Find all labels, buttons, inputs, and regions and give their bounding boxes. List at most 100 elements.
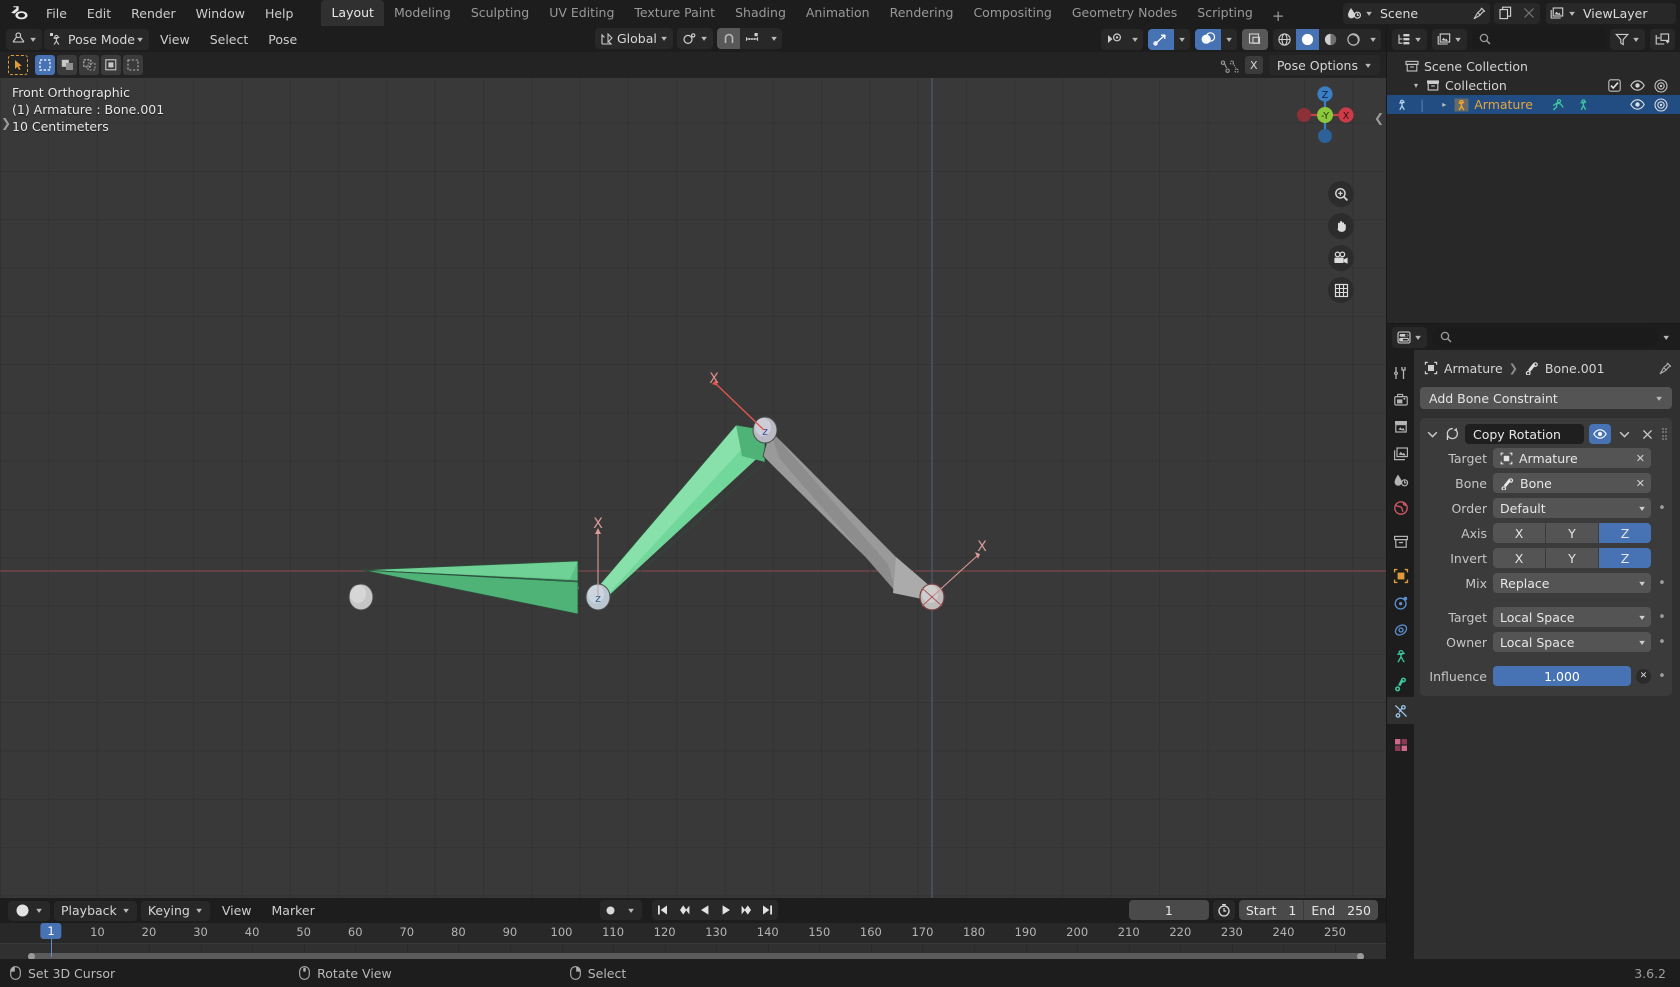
timeline-menu-view[interactable]: View xyxy=(214,900,260,921)
animate-dot[interactable]: • xyxy=(1657,635,1667,650)
constraint-enable-toggle[interactable] xyxy=(1588,424,1611,444)
editor-type-selector[interactable]: ▾ xyxy=(6,28,43,50)
view-layer-selector[interactable]: ▾ ViewLayer xyxy=(1545,2,1676,24)
workspace-tab-layout[interactable]: Layout xyxy=(321,0,384,26)
target-bone-field[interactable]: Bone ✕ xyxy=(1493,473,1651,493)
new-scene-button[interactable] xyxy=(1493,2,1518,24)
xray-icon[interactable] xyxy=(1242,28,1268,50)
snap-pivot-selector[interactable]: ▾ xyxy=(677,28,714,49)
sidebar-toggle-left[interactable]: ❯ xyxy=(1,116,11,130)
tab-world[interactable] xyxy=(1387,494,1414,521)
viewport-menu-pose[interactable]: Pose xyxy=(259,29,306,50)
select-invert-tool[interactable] xyxy=(101,55,121,75)
shading-wireframe-icon[interactable] xyxy=(1273,29,1296,50)
keying-menu[interactable]: Keying ▾ xyxy=(140,900,210,921)
breadcrumb-bone-label[interactable]: Bone.001 xyxy=(1545,361,1605,376)
tab-scene[interactable] xyxy=(1387,467,1414,494)
properties-editor[interactable]: ▾ ▾ Armature ❯ Bone.001 Add Bone Constra… xyxy=(1387,324,1680,959)
shading-material-icon[interactable] xyxy=(1319,29,1342,50)
timeline-editor-type[interactable]: ▾ xyxy=(8,900,51,921)
disclosure-triangle-icon[interactable]: ▸ xyxy=(1439,100,1449,109)
animate-dot[interactable]: • xyxy=(1657,576,1667,591)
outliner-editor-type[interactable]: ▾ xyxy=(1392,28,1428,50)
tab-particles[interactable] xyxy=(1387,616,1414,643)
overlays-icon[interactable] xyxy=(1195,28,1221,50)
grid-icon[interactable] xyxy=(1328,277,1354,303)
properties-editor-type[interactable]: ▾ xyxy=(1392,326,1428,348)
tab-output[interactable] xyxy=(1387,413,1414,440)
outliner-row-scene-collection[interactable]: Scene Collection xyxy=(1387,57,1680,76)
shading-rendered-icon[interactable] xyxy=(1342,29,1365,50)
snap-magnet-icon[interactable] xyxy=(717,28,741,49)
viewport-menu-view[interactable]: View xyxy=(151,29,199,50)
panel-expand-chevron-icon[interactable] xyxy=(1425,424,1439,444)
menu-file[interactable]: File xyxy=(36,3,77,24)
select-extend-tool[interactable] xyxy=(57,55,77,75)
influence-slider[interactable]: 1.000 xyxy=(1493,666,1631,686)
snap-increment-icon[interactable] xyxy=(740,28,766,49)
clear-bone-icon[interactable]: ✕ xyxy=(1636,477,1645,490)
jump-start-button[interactable] xyxy=(652,900,673,920)
workspace-tab-compositing[interactable]: Compositing xyxy=(963,0,1061,26)
animate-dot[interactable]: • xyxy=(1657,610,1667,625)
scene-selector[interactable]: ▾ Scene xyxy=(1342,2,1490,24)
properties-options-chevron-icon[interactable]: ▾ xyxy=(1663,333,1674,342)
viewport-3d[interactable]: z z X X X ▾ Pose Mode ▾ View Select Pose… xyxy=(0,26,1386,898)
zoom-icon[interactable] xyxy=(1328,181,1354,207)
menu-help[interactable]: Help xyxy=(255,3,304,24)
constraint-delete-button[interactable] xyxy=(1639,424,1657,444)
menu-render[interactable]: Render xyxy=(121,3,186,24)
constraint-drag-handle[interactable] xyxy=(1661,427,1667,441)
constraint-extras-dropdown[interactable] xyxy=(1616,424,1634,444)
armature-data-icon[interactable] xyxy=(1576,98,1591,112)
eye-icon[interactable] xyxy=(1630,80,1645,91)
add-bone-constraint-button[interactable]: Add Bone Constraint ▾ xyxy=(1420,387,1672,409)
axis-toggle-x[interactable]: X xyxy=(1493,523,1545,543)
shading-dropdown[interactable]: ▾ xyxy=(1365,29,1381,50)
clear-target-icon[interactable]: ✕ xyxy=(1636,452,1645,465)
outliner-editor[interactable]: ▾ ▾ ▾ Scene Collection ▾ Collection | ▸ … xyxy=(1387,26,1680,323)
playhead-label[interactable]: 1 xyxy=(40,923,62,939)
tweak-tool-button[interactable] xyxy=(8,55,28,75)
tab-modifiers[interactable] xyxy=(1387,589,1414,616)
prev-keyframe-button[interactable] xyxy=(673,900,694,920)
snap-dropdown[interactable]: ▾ xyxy=(766,28,782,49)
play-button[interactable] xyxy=(715,900,736,920)
workspace-tab-shading[interactable]: Shading xyxy=(725,0,796,26)
select-box-tool[interactable] xyxy=(35,55,55,75)
sidebar-toggle-right[interactable]: ❮ xyxy=(1374,111,1384,125)
navigation-gizmo[interactable]: Z X -Y xyxy=(1292,82,1358,148)
visibility-icon[interactable] xyxy=(1101,29,1127,50)
select-subtract-tool[interactable] xyxy=(79,55,99,75)
owner-space-dropdown[interactable]: Local Space ▾ xyxy=(1493,632,1651,652)
target-object-field[interactable]: Armature ✕ xyxy=(1493,448,1651,468)
mix-dropdown[interactable]: Replace ▾ xyxy=(1493,573,1651,593)
outliner-filter-button[interactable]: ▾ xyxy=(1609,28,1645,50)
current-frame-field[interactable]: 1 xyxy=(1128,900,1209,920)
axis-toggle-y[interactable]: Y xyxy=(1546,523,1598,543)
scene-name[interactable]: Scene xyxy=(1377,6,1469,21)
euler-order-dropdown[interactable]: Default ▾ xyxy=(1493,498,1651,518)
pose-data-icon[interactable] xyxy=(1550,98,1566,112)
outliner-row-armature[interactable]: | ▸ Armature xyxy=(1387,95,1680,114)
animate-dot[interactable]: • xyxy=(1657,501,1667,516)
mirror-x-toggle[interactable]: X xyxy=(1244,56,1263,74)
tab-object[interactable] xyxy=(1387,562,1414,589)
bone-mirror-icon[interactable] xyxy=(1220,58,1239,73)
camera-icon[interactable] xyxy=(1654,97,1668,112)
timeline-editor[interactable]: ▾ Playback ▾ Keying ▾ View Marker ▾ 1 St… xyxy=(0,898,1386,960)
auto-keying-dropdown[interactable]: ▾ xyxy=(621,900,642,920)
invert-toggle-x[interactable]: X xyxy=(1493,548,1545,568)
outliner-display-mode[interactable]: ▾ xyxy=(1432,28,1468,50)
select-intersect-tool[interactable] xyxy=(123,55,143,75)
gizmo-icon[interactable] xyxy=(1148,28,1174,50)
hand-icon[interactable] xyxy=(1328,213,1354,239)
tab-bone-constraints[interactable] xyxy=(1387,697,1414,724)
workspace-tab-scripting[interactable]: Scripting xyxy=(1187,0,1263,26)
playback-menu[interactable]: Playback ▾ xyxy=(54,900,137,921)
workspace-tab-texture-paint[interactable]: Texture Paint xyxy=(624,0,725,26)
axis-toggle-z[interactable]: Z xyxy=(1599,523,1651,543)
animate-dot[interactable]: • xyxy=(1657,669,1667,684)
pin-icon[interactable] xyxy=(1659,362,1672,375)
menu-edit[interactable]: Edit xyxy=(77,3,121,24)
